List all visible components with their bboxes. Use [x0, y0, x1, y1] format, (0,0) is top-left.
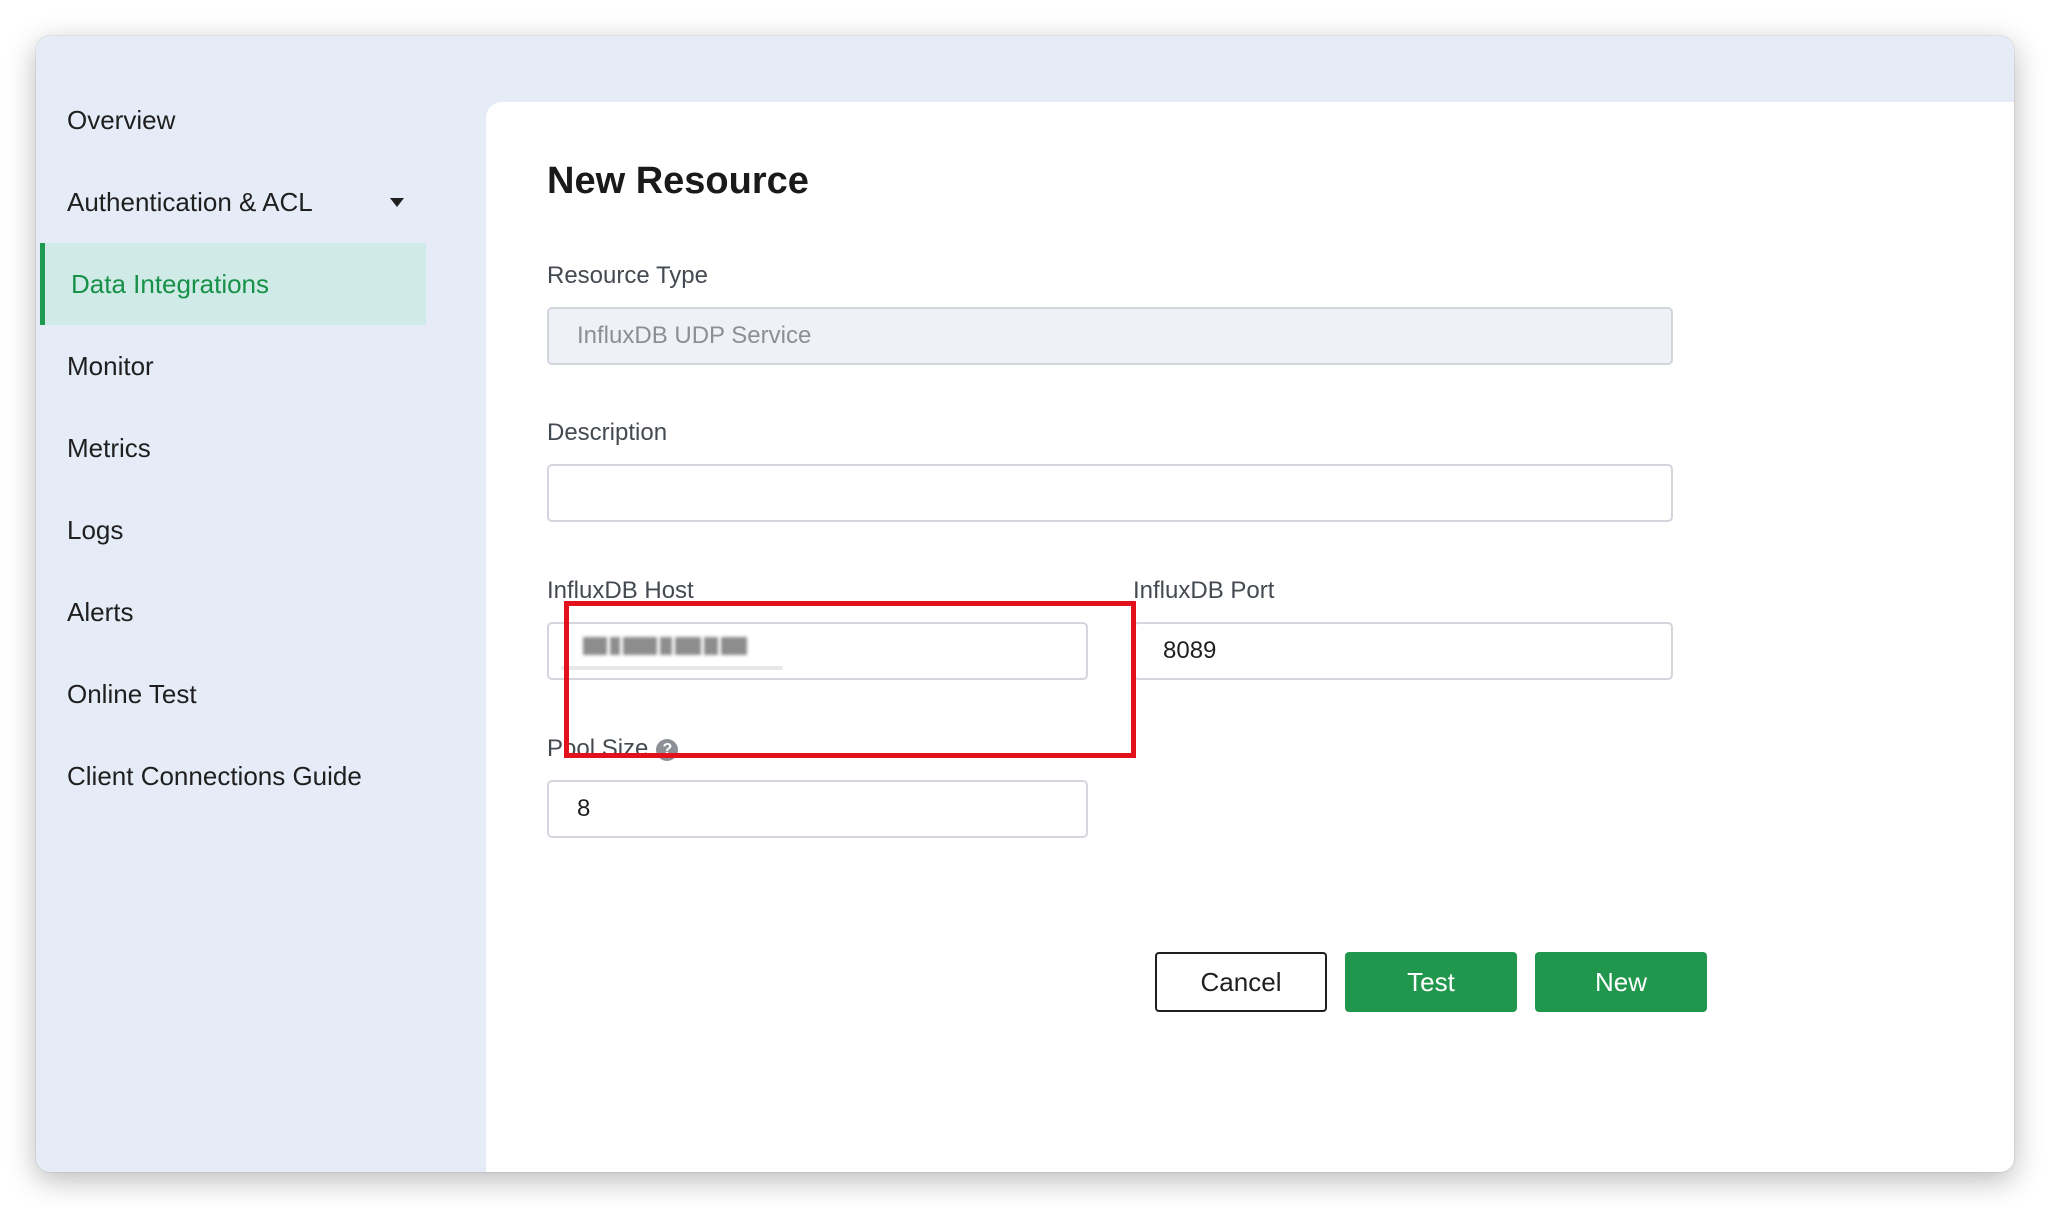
page-title: New Resource — [547, 160, 809, 202]
chevron-down-icon[interactable] — [390, 198, 404, 207]
resource-type-field: InfluxDB UDP Service — [547, 307, 1673, 365]
sidebar-item-client-connections-guide[interactable]: Client Connections Guide — [40, 735, 426, 817]
sidebar-item-label: Monitor — [67, 350, 154, 381]
sidebar: Overview Authentication & ACL Data Integ… — [36, 36, 486, 1172]
influxdb-port-label: InfluxDB Port — [1133, 577, 1275, 604]
sidebar-item-label: Data Integrations — [71, 268, 270, 299]
cancel-button[interactable]: Cancel — [1155, 952, 1327, 1012]
sidebar-item-authentication-acl[interactable]: Authentication & ACL — [40, 161, 426, 243]
sidebar-item-label: Overview — [67, 104, 176, 135]
sidebar-item-data-integrations[interactable]: Data Integrations — [40, 243, 426, 325]
test-button[interactable]: Test — [1345, 952, 1517, 1012]
resource-type-label: Resource Type — [547, 262, 708, 289]
sidebar-item-overview[interactable]: Overview — [40, 79, 426, 161]
sidebar-item-label: Authentication & ACL — [67, 186, 313, 217]
sidebar-item-label: Metrics — [67, 432, 151, 463]
resource-type-value: InfluxDB UDP Service — [577, 322, 812, 349]
sidebar-item-online-test[interactable]: Online Test — [40, 653, 426, 735]
sidebar-item-monitor[interactable]: Monitor — [40, 325, 426, 407]
description-input[interactable] — [547, 464, 1673, 522]
sidebar-item-alerts[interactable]: Alerts — [40, 571, 426, 653]
description-label: Description — [547, 419, 668, 446]
pool-size-input[interactable] — [547, 780, 1088, 838]
app-window: Overview Authentication & ACL Data Integ… — [36, 36, 2014, 1172]
new-button[interactable]: New — [1535, 952, 1707, 1012]
influxdb-port-input[interactable] — [1133, 622, 1673, 680]
sidebar-item-label: Logs — [67, 514, 124, 545]
sidebar-item-label: Alerts — [67, 596, 134, 627]
sidebar-item-label: Client Connections Guide — [67, 760, 362, 791]
sidebar-item-label: Online Test — [67, 678, 197, 709]
sidebar-item-metrics[interactable]: Metrics — [40, 407, 426, 489]
sidebar-item-logs[interactable]: Logs — [40, 489, 426, 571]
highlight-box — [564, 601, 1136, 758]
